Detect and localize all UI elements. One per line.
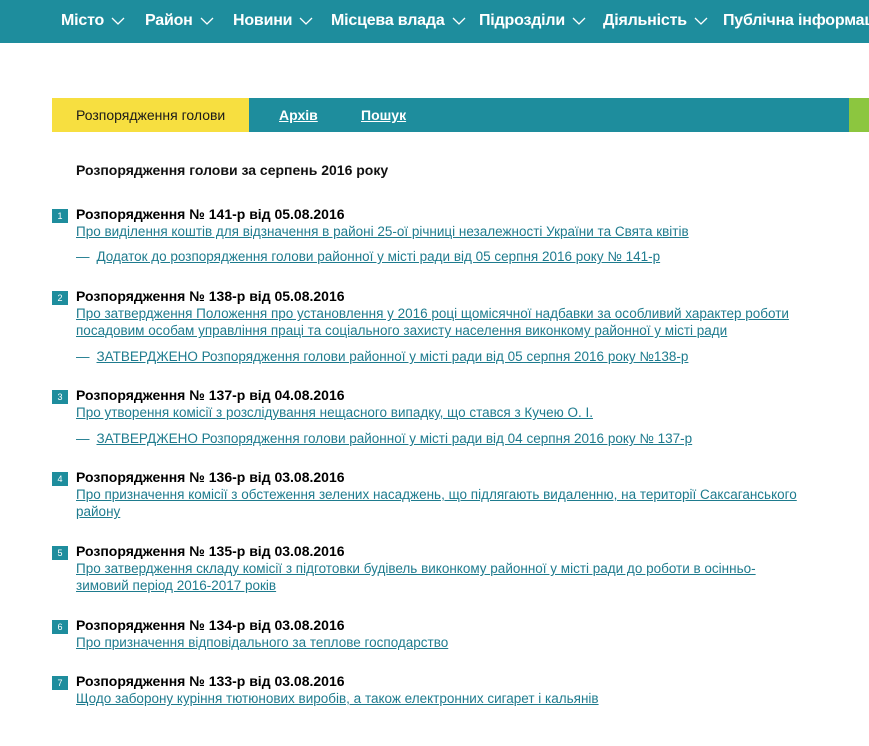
attachment-label: Додаток до розпорядження голови районної…	[96, 249, 661, 264]
attachment-label: ЗАТВЕРДЖЕНО Розпорядження голови районно…	[96, 431, 693, 446]
nav-item-label: Підрозділи	[479, 12, 565, 29]
item-number-badge: 1	[52, 209, 68, 223]
nav-item-misto[interactable]: Місто	[61, 12, 125, 30]
item-attachment-link[interactable]: — Додаток до розпорядження голови районно…	[76, 249, 660, 264]
nav-item-diialnist[interactable]: Діяльність	[603, 12, 708, 30]
item-number-badge: 7	[52, 676, 68, 690]
chevron-down-icon	[572, 16, 586, 26]
page-title: Розпорядження голови за серпень 2016 рок…	[76, 162, 389, 178]
nav-item-publichna-informatsiia[interactable]: Публічна інформація	[723, 12, 869, 30]
item-title: Розпорядження № 141-р від 05.08.2016	[76, 206, 345, 222]
nav-item-novyny[interactable]: Новини	[233, 12, 313, 30]
nav-item-raion[interactable]: Район	[145, 12, 214, 30]
item-attachment-link[interactable]: — ЗАТВЕРДЖЕНО Розпорядження голови районн…	[76, 431, 692, 446]
chevron-down-icon	[452, 16, 466, 26]
attachment-label: ЗАТВЕРДЖЕНО Розпорядження голови районно…	[96, 349, 689, 364]
tab-archive-link[interactable]: Архів	[279, 98, 318, 132]
tab-label: Розпорядження голови	[76, 107, 226, 123]
nav-item-label: Публічна інформація	[723, 12, 869, 29]
nav-item-label: Діяльність	[603, 12, 687, 29]
item-description-link[interactable]: Про утворення комісії з розслідування не…	[76, 404, 836, 421]
item-number-badge: 4	[52, 472, 68, 486]
nav-item-label: Місцева влада	[331, 12, 445, 29]
dash-bullet-icon: —	[76, 349, 90, 364]
item-description-link[interactable]: Про виділення коштів для відзначення в р…	[76, 223, 836, 240]
item-description-link[interactable]: Щодо заборону куріння тютюнових виробів,…	[76, 690, 836, 707]
dash-bullet-icon: —	[76, 431, 90, 446]
item-title: Розпорядження № 138-р від 05.08.2016	[76, 288, 345, 304]
nav-item-label: Район	[145, 12, 193, 29]
nav-item-label: Місто	[61, 12, 105, 29]
nav-item-label: Новини	[233, 12, 293, 29]
item-description-link[interactable]: Про призначення комісії з обстеження зел…	[76, 486, 826, 520]
nav-item-pidrozdily[interactable]: Підрозділи	[479, 12, 586, 30]
item-title: Розпорядження № 137-р від 04.08.2016	[76, 387, 345, 403]
item-title: Розпорядження № 134-р від 03.08.2016	[76, 617, 345, 633]
item-attachment-link[interactable]: — ЗАТВЕРДЖЕНО Розпорядження голови районн…	[76, 349, 688, 364]
tab-search-link[interactable]: Пошук	[361, 98, 406, 132]
tab-rozporiadzhennia-holovy[interactable]: Розпорядження голови	[52, 98, 249, 132]
nav-item-mistseva-vlada[interactable]: Місцева влада	[331, 12, 466, 30]
item-description-link[interactable]: Про затвердження Положення про установле…	[76, 305, 816, 339]
item-title: Розпорядження № 133-р від 03.08.2016	[76, 673, 345, 689]
chevron-down-icon	[299, 16, 313, 26]
item-title: Розпорядження № 136-р від 03.08.2016	[76, 469, 345, 485]
dash-bullet-icon: —	[76, 249, 90, 264]
item-number-badge: 6	[52, 620, 68, 634]
section-tab-bar: Розпорядження голови Архів Пошук	[52, 98, 869, 132]
chevron-down-icon	[694, 16, 708, 26]
item-description-link[interactable]: Про затвердження складу комісії з підгот…	[76, 560, 781, 594]
item-number-badge: 2	[52, 291, 68, 305]
chevron-down-icon	[111, 16, 125, 26]
tab-bar-accent	[849, 98, 869, 132]
item-number-badge: 3	[52, 390, 68, 404]
top-navigation: Місто Район Новини Місцева влада Підрозд…	[0, 0, 869, 43]
item-description-link[interactable]: Про призначення відповідального за тепло…	[76, 634, 836, 651]
item-number-badge: 5	[52, 546, 68, 560]
item-title: Розпорядження № 135-р від 03.08.2016	[76, 543, 345, 559]
chevron-down-icon	[200, 16, 214, 26]
